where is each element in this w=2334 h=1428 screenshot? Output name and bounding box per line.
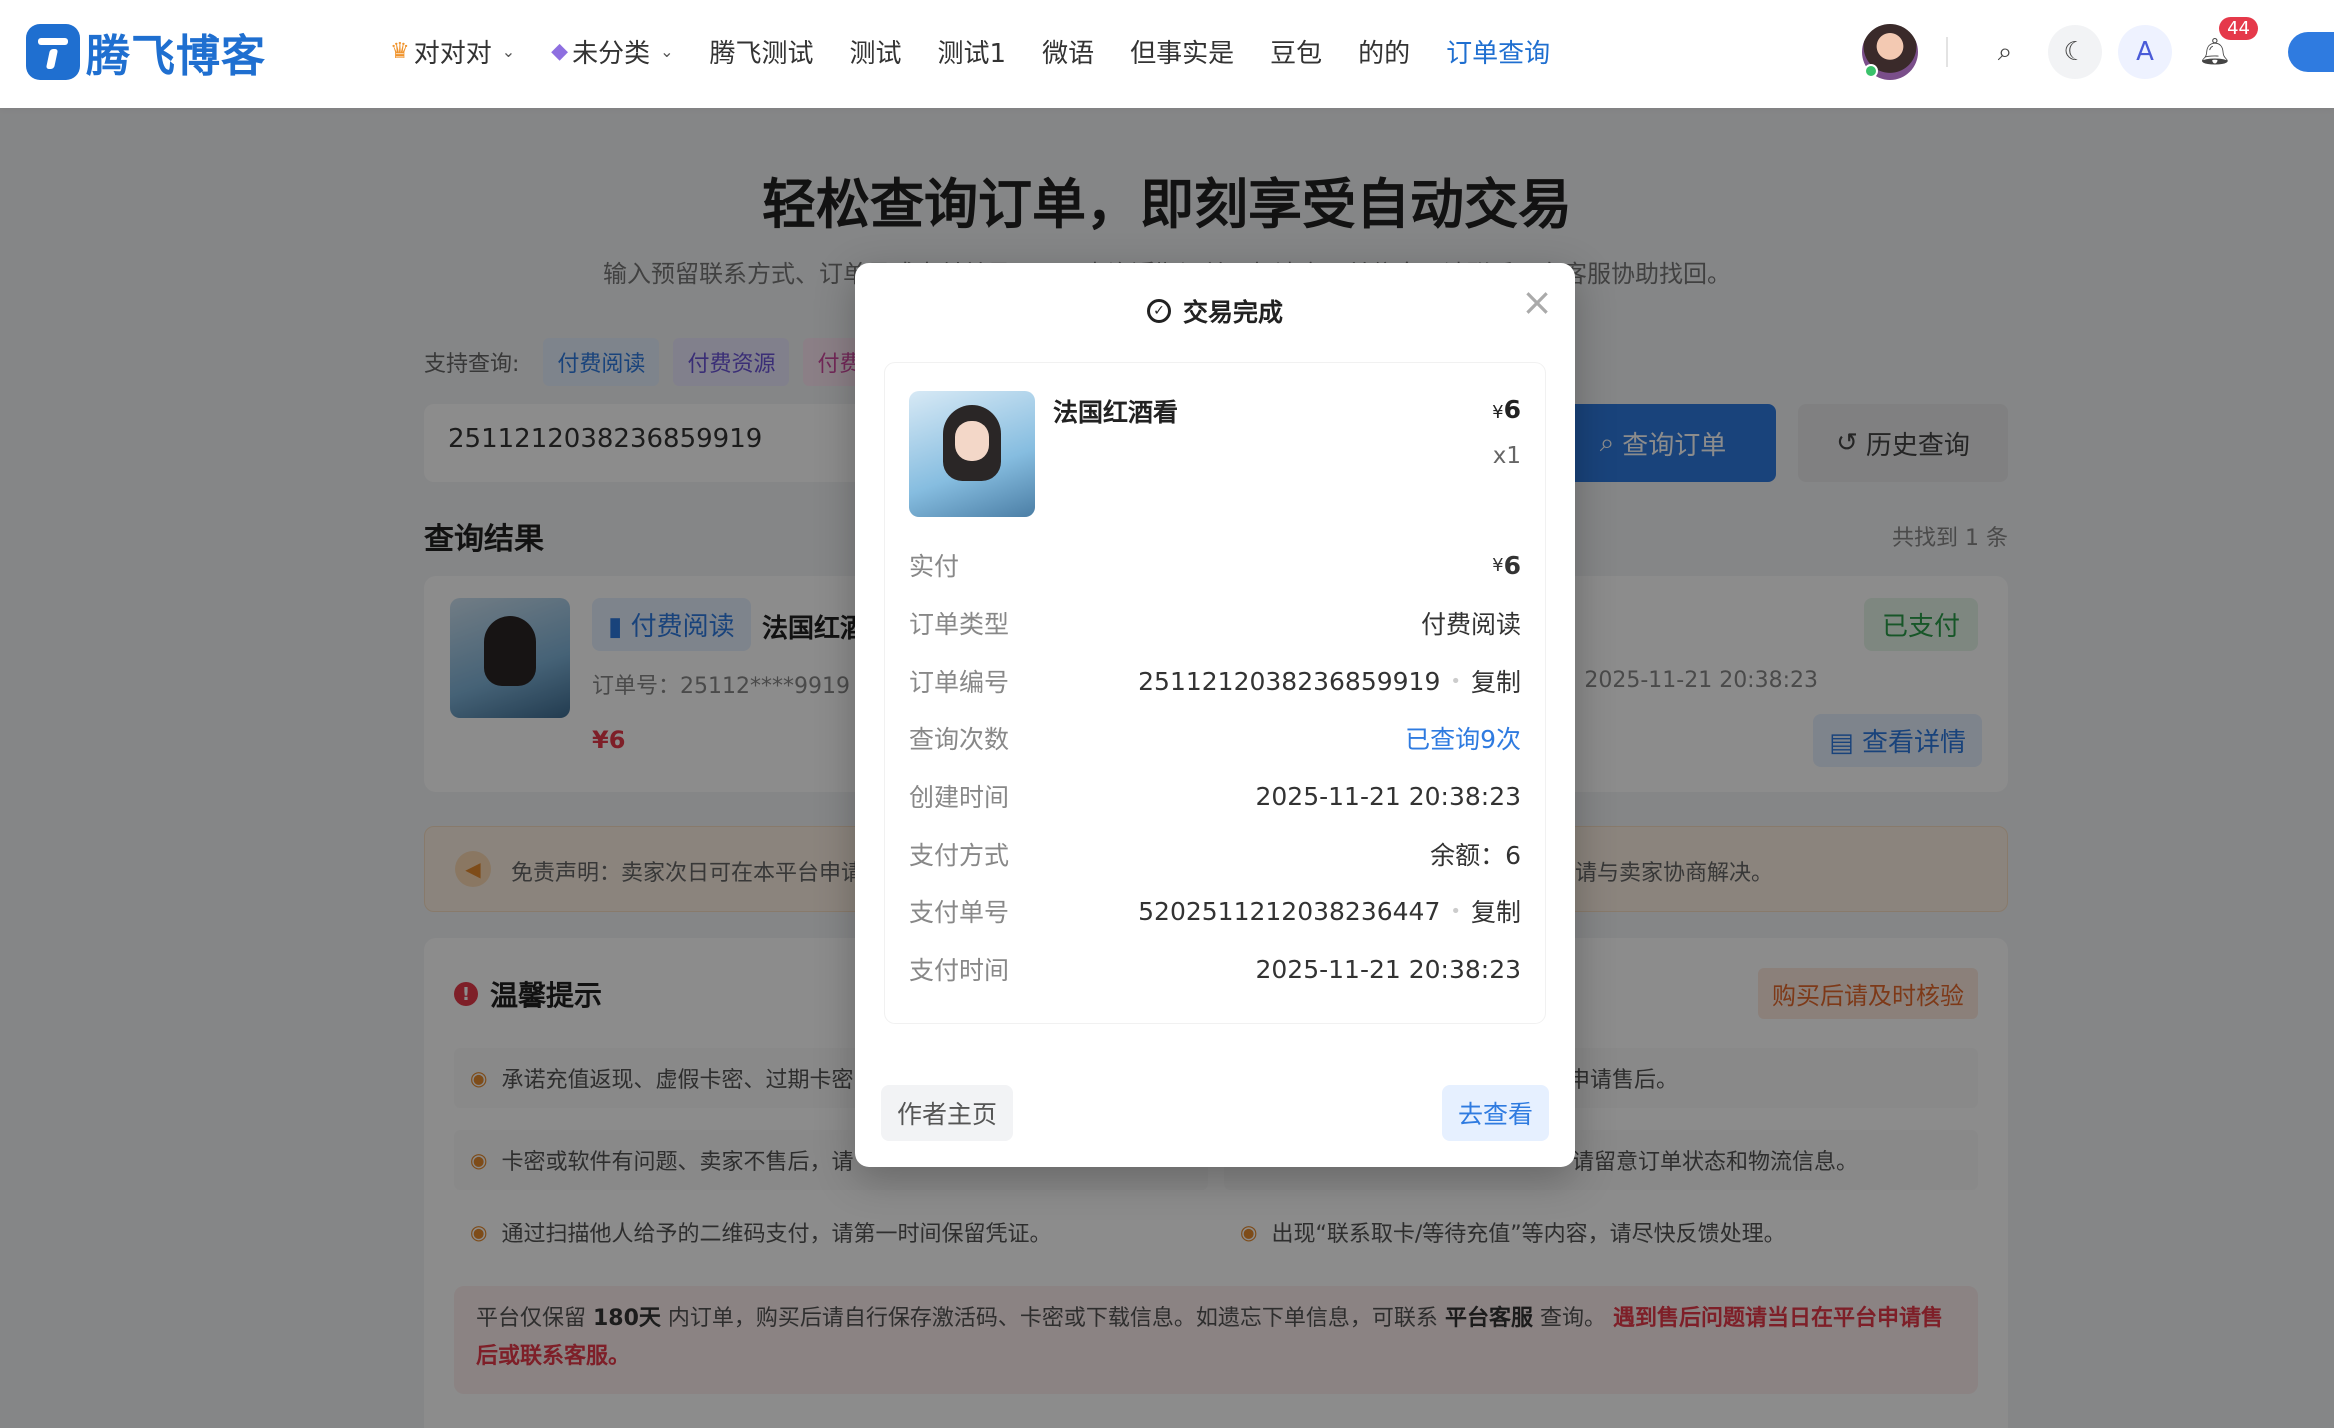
nav-item-test[interactable]: 测试: [850, 33, 902, 70]
separator-dot: •: [1450, 670, 1461, 692]
moon-icon: ☾: [2063, 37, 2087, 67]
detail-row-paid: 实付 ¥6: [909, 545, 1521, 585]
nav-item-danshishi[interactable]: 但事实是: [1130, 33, 1234, 70]
crown-icon: ♛: [390, 38, 410, 64]
notification-badge: 44: [2219, 17, 2258, 40]
pay-number-value: 5202511212038236447: [1138, 896, 1441, 926]
nav-item-doubao[interactable]: 豆包: [1270, 33, 1322, 70]
product-thumbnail: [909, 391, 1035, 517]
nav-item-order-query[interactable]: 订单查询: [1446, 33, 1550, 70]
row-value: 余额：6: [1430, 841, 1521, 870]
copy-pay-no-button[interactable]: 复制: [1471, 893, 1521, 929]
check-circle-icon: ✓: [1146, 299, 1171, 323]
row-value: 5202511212038236447 • 复制: [1138, 893, 1521, 929]
go-view-button[interactable]: 去查看: [1441, 1085, 1549, 1141]
nav-label: 未分类: [572, 38, 651, 69]
user-avatar[interactable]: [1862, 24, 1918, 80]
logo-text: 腾飞博客: [86, 31, 266, 82]
detail-row-pay-method: 支付方式 余额：6: [909, 834, 1521, 874]
top-header: 腾飞博客 ♛ 对对对 ⌄ ◆ 未分类 ⌄ 腾飞测试 测试 测试1 微语 但事实是…: [0, 0, 2334, 108]
detail-row-order-no: 订单编号 2511212038236859919 • 复制: [909, 661, 1521, 701]
query-count-link[interactable]: 已查询9次: [1405, 720, 1521, 756]
edge-action-button[interactable]: [2288, 32, 2334, 72]
site-logo[interactable]: 腾飞博客: [26, 20, 266, 84]
search-button[interactable]: ⌕: [1978, 25, 2032, 79]
gem-icon: ◆: [551, 38, 569, 64]
detail-row-pay-no: 支付单号 5202511212038236447 • 复制: [909, 891, 1521, 931]
notifications-button[interactable]: 🔔︎ 44: [2188, 17, 2258, 79]
row-value: 2025-11-21 20:38:23: [1255, 781, 1521, 811]
product-quantity: x1: [1492, 443, 1521, 469]
paid-amount: 6: [1503, 550, 1521, 580]
modal-title: ✓ 交易完成: [855, 293, 1575, 329]
chevron-down-icon: ⌄: [501, 41, 516, 61]
order-detail-modal: ✓ 交易完成 × 法国红酒看 ¥6 x1 实付 ¥6 订单类型 付费阅读 订单编…: [855, 263, 1575, 1167]
row-label: 订单类型: [909, 610, 1010, 639]
header-actions: ⌕ ☾ A 🔔︎ 44: [1862, 17, 2334, 84]
row-label: 创建时间: [909, 783, 1010, 812]
separator-dot: •: [1450, 900, 1461, 922]
product-name: 法国红酒看: [1053, 398, 1179, 427]
main-nav: ♛ 对对对 ⌄ ◆ 未分类 ⌄ 腾飞测试 测试 测试1 微语 但事实是 豆包 的…: [390, 28, 1586, 74]
logo-icon: [26, 24, 80, 80]
online-status-dot: [1864, 64, 1878, 78]
detail-row-pay-time: 支付时间 2025-11-21 20:38:23: [909, 949, 1521, 989]
dark-mode-toggle[interactable]: ☾: [2048, 25, 2102, 79]
row-label: 订单编号: [909, 668, 1010, 697]
row-value: ¥6: [1492, 551, 1521, 580]
detail-row-order-type: 订单类型 付费阅读: [909, 603, 1521, 643]
row-label: 实付: [909, 552, 960, 581]
author-home-button[interactable]: 作者主页: [881, 1085, 1014, 1141]
chevron-down-icon: ⌄: [660, 41, 674, 61]
detail-row-query-count: 查询次数 已查询9次: [909, 718, 1521, 758]
row-label: 支付单号: [909, 898, 1010, 927]
nav-item-dede[interactable]: 的的: [1358, 33, 1410, 70]
search-icon: ⌕: [1997, 36, 2013, 67]
bell-icon: 🔔︎: [2198, 37, 2232, 67]
nav-item-uncategorized[interactable]: ◆ 未分类 ⌄: [551, 33, 673, 70]
row-value: 付费阅读: [1420, 610, 1521, 639]
nav-item-tengfei-test[interactable]: 腾飞测试: [710, 33, 814, 70]
row-value: 2511212038236859919 • 复制: [1138, 663, 1521, 699]
order-number-value: 2511212038236859919: [1138, 666, 1441, 696]
nav-item-duiduidui[interactable]: ♛ 对对对 ⌄: [390, 33, 515, 70]
copy-order-no-button[interactable]: 复制: [1471, 663, 1521, 699]
close-icon[interactable]: ×: [1521, 283, 1553, 321]
nav-label: 对对对: [413, 38, 492, 69]
translate-icon: A: [2136, 37, 2154, 67]
currency-symbol: ¥: [1492, 554, 1504, 576]
product-price: ¥6: [1492, 395, 1521, 424]
row-label: 支付时间: [909, 956, 1010, 985]
nav-item-weiyu[interactable]: 微语: [1042, 33, 1094, 70]
currency-symbol: ¥: [1492, 402, 1504, 423]
modal-title-text: 交易完成: [1182, 298, 1283, 327]
price-value: 6: [1503, 395, 1521, 424]
row-value: 2025-11-21 20:38:23: [1255, 954, 1521, 984]
translate-button[interactable]: A: [2118, 25, 2172, 79]
row-label: 支付方式: [909, 841, 1010, 870]
header-divider: [1946, 37, 1948, 67]
row-label: 查询次数: [909, 725, 1010, 754]
nav-item-test1[interactable]: 测试1: [938, 33, 1007, 70]
detail-row-created: 创建时间 2025-11-21 20:38:23: [909, 776, 1521, 816]
